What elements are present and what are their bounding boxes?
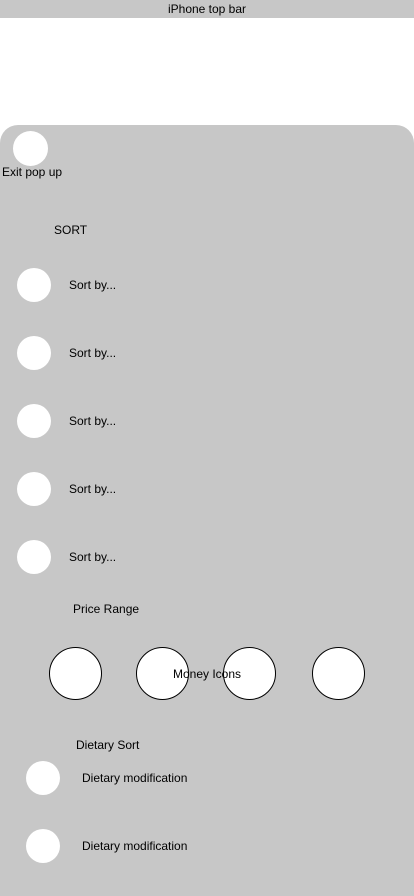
- status-bar: iPhone top bar: [0, 0, 414, 18]
- money-icon[interactable]: [312, 647, 365, 700]
- dietary-option[interactable]: Dietary modification: [0, 761, 414, 795]
- sort-option-radio[interactable]: [17, 268, 51, 302]
- dietary-option[interactable]: Dietary modification: [0, 829, 414, 863]
- sort-option-radio[interactable]: [17, 540, 51, 574]
- sort-option[interactable]: Sort by...: [0, 404, 414, 438]
- sort-option-label: Sort by...: [69, 278, 117, 292]
- status-bar-label: iPhone top bar: [167, 2, 247, 16]
- exit-popup-button[interactable]: [13, 131, 48, 166]
- sort-option-radio[interactable]: [17, 472, 51, 506]
- sort-popup: Exit pop up SORT Sort by... Sort by... S…: [0, 125, 414, 896]
- sort-option-label: Sort by...: [69, 346, 117, 360]
- dietary-option-radio[interactable]: [26, 761, 60, 795]
- sort-heading: SORT: [54, 223, 88, 237]
- exit-popup-label: Exit pop up: [2, 165, 63, 179]
- sort-option[interactable]: Sort by...: [0, 268, 414, 302]
- sort-option[interactable]: Sort by...: [0, 540, 414, 574]
- dietary-sort-heading: Dietary Sort: [76, 738, 140, 752]
- sort-option-label: Sort by...: [69, 550, 117, 564]
- sort-option[interactable]: Sort by...: [0, 472, 414, 506]
- money-icon[interactable]: [49, 647, 102, 700]
- dietary-option-radio[interactable]: [26, 829, 60, 863]
- price-range-heading: Price Range: [73, 602, 140, 616]
- sort-option-radio[interactable]: [17, 336, 51, 370]
- sort-option-label: Sort by...: [69, 482, 117, 496]
- money-icons-label: Money Icons: [173, 667, 242, 681]
- sort-option-radio[interactable]: [17, 404, 51, 438]
- sort-option[interactable]: Sort by...: [0, 336, 414, 370]
- sort-option-label: Sort by...: [69, 414, 117, 428]
- dietary-option-label: Dietary modification: [82, 839, 188, 853]
- dietary-option-label: Dietary modification: [82, 771, 188, 785]
